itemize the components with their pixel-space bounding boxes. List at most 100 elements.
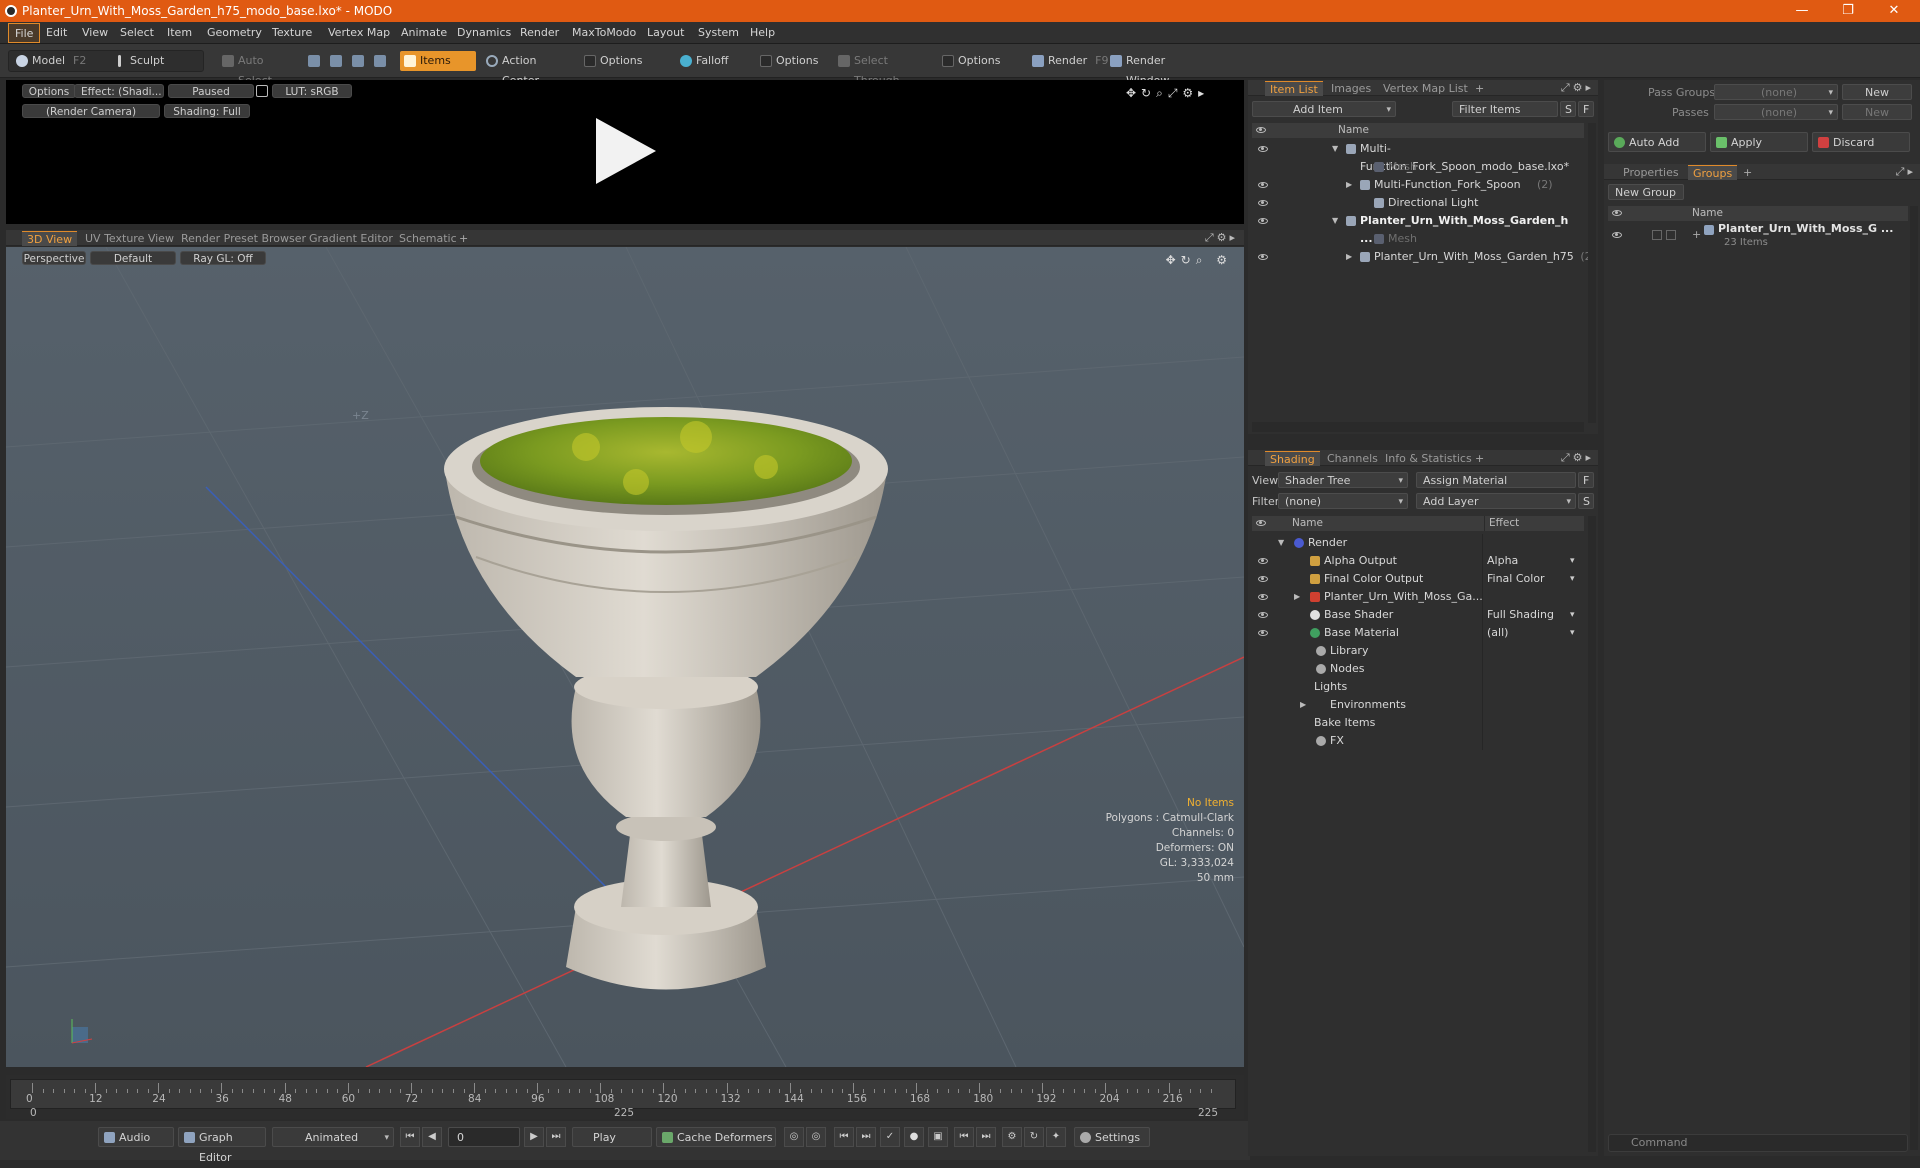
visibility-icon[interactable] (1258, 576, 1268, 582)
effect-dropdown-icon[interactable]: ▾ (1570, 552, 1575, 570)
style-dropdown[interactable]: Default (90, 251, 176, 265)
shader-tree-row[interactable]: Library (1252, 642, 1584, 660)
expand-arrow-icon[interactable]: ▼ (1332, 140, 1338, 158)
edges-mode-button[interactable] (326, 51, 346, 71)
panel-controls-icon[interactable]: ⤢⚙▸ (1561, 451, 1594, 465)
visibility-icon[interactable] (1258, 200, 1268, 206)
shading-s-button[interactable]: S (1578, 493, 1594, 509)
projection-dropdown[interactable]: Perspective (22, 251, 86, 265)
falloff-options-button[interactable]: Options (756, 51, 836, 71)
shader-tree-row[interactable]: ▶ Environments (1252, 696, 1584, 714)
group-row[interactable]: + Planter_Urn_With_Moss_G ... 23 Items (1608, 222, 1908, 256)
render-window-button[interactable]: Render Window (1106, 51, 1208, 87)
visibility-icon[interactable] (1258, 182, 1268, 188)
menu-file[interactable]: File (8, 23, 41, 43)
falloff-button[interactable]: Falloff (676, 51, 756, 71)
shader-tree-row[interactable]: Nodes (1252, 660, 1584, 678)
tab-properties[interactable]: Properties (1618, 165, 1684, 180)
add-item-dropdown[interactable]: Add Item (1252, 101, 1396, 118)
next-key-icon[interactable]: ▶ (524, 1127, 544, 1147)
effect-cell[interactable]: (all) (1482, 624, 1582, 642)
panel-controls-icon[interactable]: ⤢⚙▸ (1561, 81, 1594, 95)
tab-add[interactable]: + (1470, 451, 1489, 466)
tab-render-preset-browser[interactable]: Render Preset Browser (176, 231, 311, 246)
close-button[interactable]: ✕ (1872, 0, 1916, 22)
new-group-button[interactable]: New Group (1608, 184, 1684, 200)
add-layer-dropdown[interactable]: Add Layer (1416, 493, 1576, 510)
shader-tree-row[interactable]: Alpha Output Alpha ▾ (1252, 552, 1584, 570)
tab-3d-view[interactable]: 3D View (22, 231, 78, 246)
items-mode-button[interactable]: Items (400, 51, 476, 71)
command-input[interactable]: Command (1608, 1134, 1908, 1152)
sculpt-mode-button[interactable]: Sculpt (110, 51, 190, 71)
preview-nav-icons[interactable]: ✥↻⌕⤢⚙▸ (1126, 86, 1209, 101)
auto-select-button[interactable]: Auto Select (218, 51, 298, 87)
menu-edit[interactable]: Edit (40, 22, 73, 44)
tab-channels[interactable]: Channels (1322, 451, 1383, 466)
auto-key-icon[interactable]: ✓ (880, 1127, 900, 1147)
shader-tree-row[interactable]: Base Shader Full Shading ▾ (1252, 606, 1584, 624)
item-list-scrollbar[interactable] (1588, 123, 1596, 423)
settings-button[interactable]: Settings (1074, 1127, 1150, 1147)
groups-scrollbar[interactable] (1910, 206, 1918, 1150)
menu-vertex-map[interactable]: Vertex Map (322, 22, 396, 44)
shader-tree-row[interactable]: ▶ Planter_Urn_With_Moss_Ga... (1252, 588, 1584, 606)
menu-texture[interactable]: Texture (266, 22, 318, 44)
render-camera-dropdown[interactable]: (Render Camera) (22, 104, 160, 118)
item-list-row[interactable]: Mesh (1252, 230, 1584, 248)
expand-arrow-icon[interactable]: ▼ (1278, 534, 1284, 552)
new-pass-group-button[interactable]: New (1842, 84, 1912, 100)
polygons-mode-button[interactable] (348, 51, 368, 71)
menu-item[interactable]: Item (161, 22, 198, 44)
checkbox-icon[interactable] (1652, 230, 1662, 240)
visibility-icon[interactable] (1258, 558, 1268, 564)
preview-paused-button[interactable]: Paused (168, 84, 254, 98)
shader-tree-row[interactable]: Final Color Output Final Color ▾ (1252, 570, 1584, 588)
3d-viewport[interactable]: Perspective Default Ray GL: Off +Z ✥↻⌕ ⚙… (6, 247, 1244, 1067)
action-center-options-button[interactable]: Options (580, 51, 670, 71)
cache-tool-icon[interactable]: ⚙ (1002, 1127, 1022, 1147)
tab-shading[interactable]: Shading (1265, 451, 1320, 466)
animated-dropdown[interactable]: Animated (272, 1127, 394, 1148)
auto-add-button[interactable]: Auto Add (1608, 132, 1706, 152)
menu-geometry[interactable]: Geometry (201, 22, 268, 44)
timeline[interactable]: 0 12 24 36 48 60 72 84 96 108 120 132 144 156 168 180 19… (6, 1075, 1244, 1119)
tab-vertex-map-list[interactable]: Vertex Map List (1378, 81, 1473, 96)
assign-material-button[interactable]: Assign Material (1416, 472, 1576, 488)
shader-tree-row[interactable]: Lights (1252, 678, 1584, 696)
expand-arrow-icon[interactable]: ▶ (1294, 588, 1300, 606)
visibility-icon[interactable] (1258, 630, 1268, 636)
new-pass-button[interactable]: New (1842, 104, 1912, 120)
lut-dropdown[interactable]: LUT: sRGB (272, 84, 352, 98)
preview-options-button[interactable]: Options (22, 84, 76, 98)
preview-effect-dropdown[interactable]: Effect: (Shadi... (74, 84, 164, 98)
visibility-icon[interactable] (1258, 594, 1268, 600)
next-frame-icon[interactable]: ⏭ (856, 1127, 876, 1147)
tab-gradient-editor[interactable]: Gradient Editor (304, 231, 398, 246)
key-icon[interactable]: ◎ (784, 1127, 804, 1147)
viewport-panel-controls-icon[interactable]: ⤢⚙▸ (1205, 231, 1238, 245)
effect-cell[interactable]: Alpha (1482, 552, 1582, 570)
passes-dropdown[interactable]: (none) (1714, 104, 1838, 121)
visibility-icon[interactable] (1612, 232, 1622, 238)
tool-icon[interactable]: ✦ (1046, 1127, 1066, 1147)
tab-add[interactable]: + (454, 231, 473, 246)
menu-layout[interactable]: Layout (641, 22, 690, 44)
key-filter-icon[interactable]: ▣ (928, 1127, 948, 1147)
shading-f-button[interactable]: F (1578, 472, 1594, 488)
effect-dropdown-icon[interactable]: ▾ (1570, 624, 1575, 642)
tab-groups[interactable]: Groups (1688, 165, 1738, 180)
tab-info-statistics[interactable]: Info & Statistics (1380, 451, 1477, 466)
render-button[interactable]: Render F9 (1028, 51, 1109, 71)
item-list-row[interactable]: ▼ Multi-Function_Fork_Spoon_modo_base.lxo… (1252, 140, 1584, 173)
go-start-icon[interactable]: ⏮ (400, 1127, 420, 1147)
frame-input[interactable]: 0 (448, 1127, 520, 1147)
expand-arrow-icon[interactable]: ▼ (1332, 212, 1338, 230)
select-through-options-button[interactable]: Options (938, 51, 1018, 71)
menu-render[interactable]: Render (514, 22, 565, 44)
effect-cell[interactable]: Final Color (1482, 570, 1582, 588)
action-center-button[interactable]: Action Center (482, 51, 572, 87)
visibility-icon[interactable] (1258, 254, 1268, 260)
go-end-icon[interactable]: ⏭ (546, 1127, 566, 1147)
discard-button[interactable]: Discard (1812, 132, 1910, 152)
